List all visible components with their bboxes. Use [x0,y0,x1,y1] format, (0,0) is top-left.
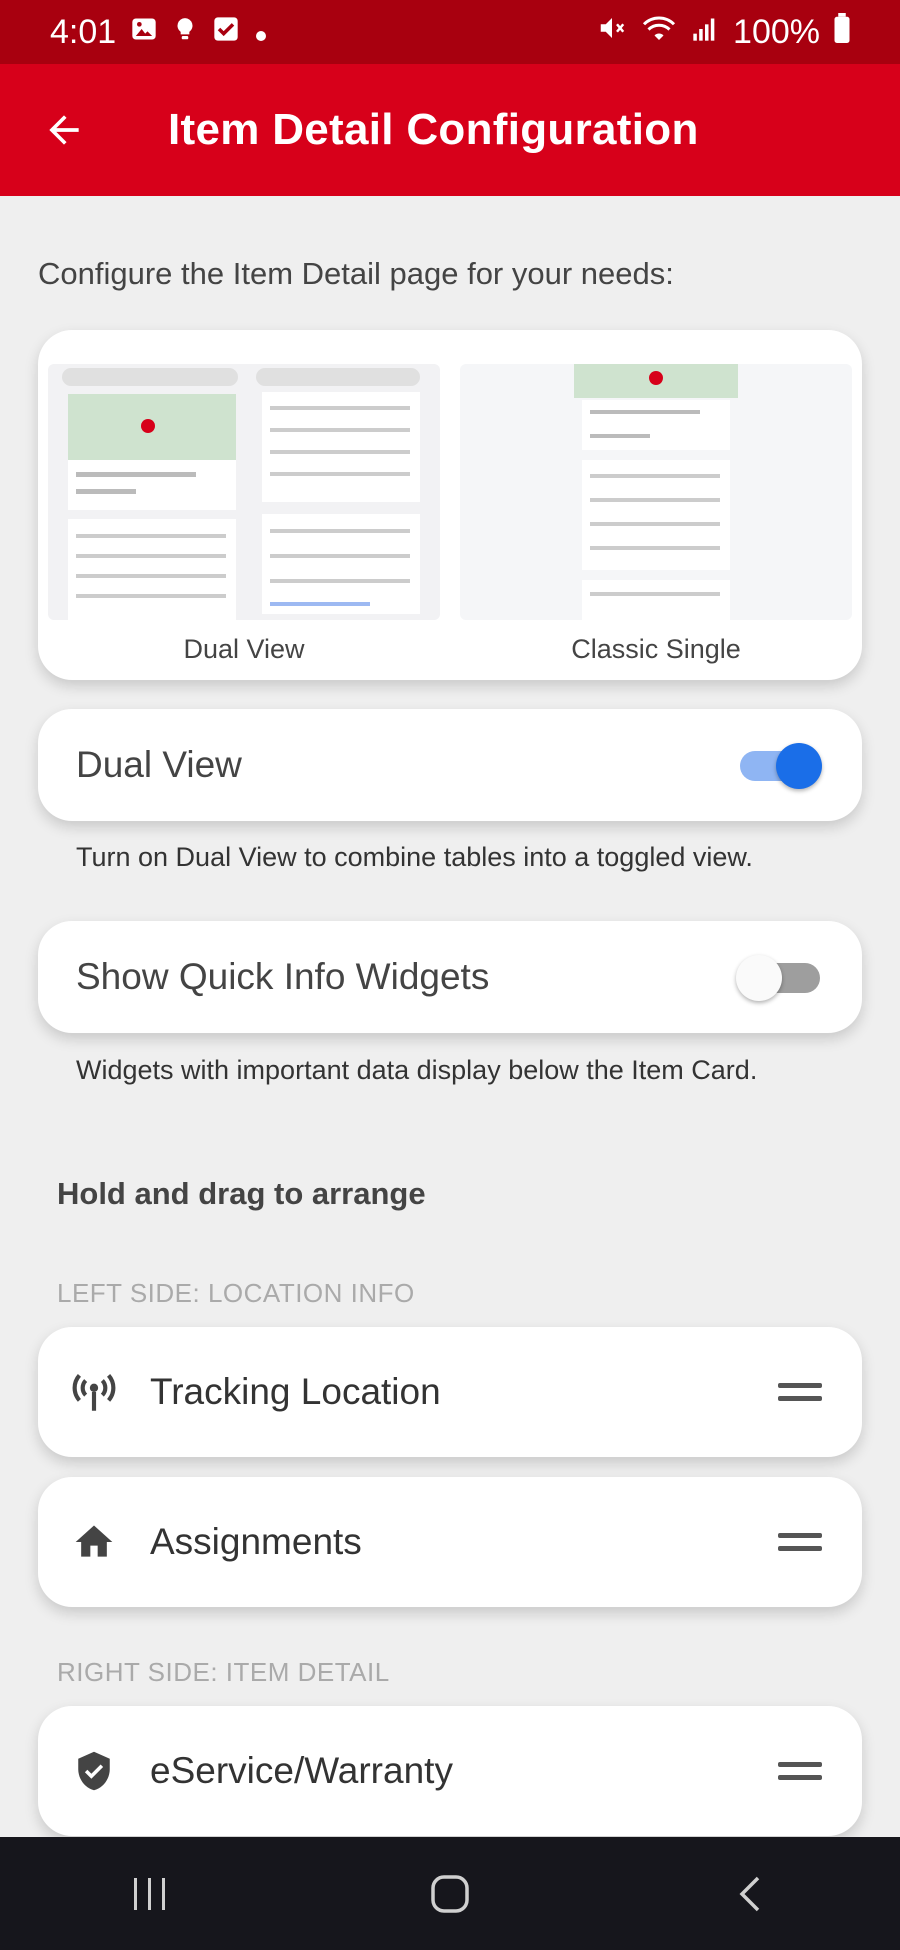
switch-knob [776,743,822,789]
drag-handle-icon[interactable] [778,1749,822,1793]
quick-info-label: Show Quick Info Widgets [76,956,490,997]
view-preview-card: Dual View Classic Single [38,330,862,680]
battery-icon [834,12,850,52]
bulb-icon [172,13,198,52]
checkbox-icon [212,13,240,52]
left-side-header: LEFT SIDE: LOCATION INFO [57,1278,415,1308]
arrange-title: Hold and drag to arrange [57,1176,426,1211]
home-icon [66,1514,122,1570]
dual-view-caption: Dual View [183,634,305,664]
system-nav-bar [0,1837,900,1950]
dual-view-helper: Turn on Dual View to combine tables into… [76,842,753,872]
list-item-tracking-location[interactable]: Tracking Location [38,1327,862,1457]
gallery-icon [130,13,158,52]
tracking-antenna-icon [66,1364,122,1420]
list-item-label: Assignments [150,1521,362,1562]
home-nav-button[interactable] [395,1854,505,1934]
page-title: Item Detail Configuration [168,105,699,154]
status-time: 4:01 [50,12,117,51]
signal-icon [691,13,719,52]
list-item-label: eService/Warranty [150,1750,453,1791]
mute-icon [597,13,627,52]
dot-icon [254,13,268,52]
battery-level: 100% [733,12,820,51]
back-nav-icon [739,1876,760,1911]
dual-view-row[interactable]: Dual View [38,709,862,821]
recent-apps-icon [134,1877,165,1910]
list-item-eservice-warranty[interactable]: eService/Warranty [38,1706,862,1836]
back-nav-button[interactable] [695,1854,805,1934]
back-button[interactable] [30,96,98,164]
quick-info-switch[interactable] [736,947,820,1007]
classic-single-thumbnail[interactable] [460,364,852,620]
intro-text: Configure the Item Detail page for your … [38,256,674,291]
dual-view-label: Dual View [76,744,242,785]
wifi-icon [641,13,677,52]
switch-knob [736,955,782,1001]
home-button-icon [431,1874,469,1913]
dual-view-thumbnail[interactable] [48,364,440,620]
dual-view-switch[interactable] [740,735,822,795]
app-bar: Item Detail Configuration [0,64,900,196]
status-bar: 4:01 100% [0,0,900,64]
recent-apps-button[interactable] [95,1854,205,1934]
drag-handle-icon[interactable] [778,1370,822,1414]
drag-handle-icon[interactable] [778,1520,822,1564]
classic-single-caption: Classic Single [571,634,741,664]
quick-info-row[interactable]: Show Quick Info Widgets [38,921,862,1033]
right-side-header: RIGHT SIDE: ITEM DETAIL [57,1657,390,1687]
arrow-back-icon [49,115,79,145]
quick-info-helper: Widgets with important data display belo… [76,1055,758,1085]
shield-check-icon [66,1743,122,1799]
list-item-label: Tracking Location [150,1371,441,1412]
list-item-assignments[interactable]: Assignments [38,1477,862,1607]
